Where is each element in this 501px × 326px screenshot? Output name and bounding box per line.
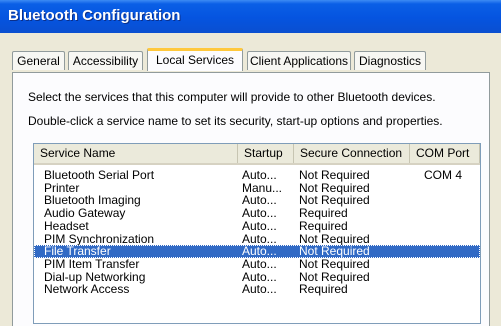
table-row[interactable]: PIM Item Transfer Auto... Not Required [34, 258, 480, 271]
startup-cell: Auto... [242, 219, 277, 233]
service-name-cell: Dial-up Networking [44, 270, 146, 284]
com-port-cell [424, 258, 478, 271]
service-name-cell: Bluetooth Serial Port [44, 169, 155, 182]
secure-connection-cell: Not Required [299, 194, 370, 208]
com-port-cell: COM 4 [424, 169, 463, 182]
description-line-1: Select the services that this computer w… [28, 90, 436, 104]
secure-connection-cell: Required [299, 219, 348, 233]
service-name-cell: File Transfer [44, 245, 111, 259]
com-port-cell [424, 207, 478, 220]
table-row[interactable]: Network Access Auto... Required [34, 283, 480, 296]
window-title: Bluetooth Configuration [8, 7, 181, 24]
secure-connection-cell: Not Required [299, 169, 370, 182]
list-header: Service Name Startup Secure Connection C… [34, 144, 480, 165]
service-name-cell: Audio Gateway [44, 207, 126, 221]
services-list[interactable]: Service Name Startup Secure Connection C… [33, 143, 481, 324]
service-name-cell: PIM Synchronization [44, 232, 155, 246]
tab-client-applications[interactable]: Client Applications [247, 51, 351, 70]
secure-connection-cell: Required [299, 207, 348, 221]
service-name-cell: PIM Item Transfer [44, 257, 140, 271]
service-name-cell: Bluetooth Imaging [44, 194, 141, 208]
com-port-cell [424, 182, 478, 195]
column-header-com-port[interactable]: COM Port [410, 144, 480, 163]
com-port-cell [424, 271, 478, 284]
startup-cell: Auto... [242, 257, 277, 271]
table-row[interactable]: Headset Auto... Required [34, 220, 480, 233]
secure-connection-cell: Not Required [299, 181, 370, 195]
column-header-startup[interactable]: Startup [238, 144, 294, 163]
table-row[interactable]: Bluetooth Imaging Auto... Not Required [34, 194, 480, 207]
com-port-cell [424, 233, 478, 246]
secure-connection-cell: Not Required [299, 257, 370, 271]
startup-cell: Auto... [242, 270, 277, 284]
startup-cell: Auto... [242, 194, 277, 208]
secure-connection-cell: Not Required [299, 270, 370, 284]
tab-general[interactable]: General [12, 51, 65, 70]
startup-cell: Auto... [242, 207, 277, 221]
startup-cell: Auto... [242, 169, 277, 182]
table-row[interactable]: Printer Manu... Not Required [34, 182, 480, 195]
startup-cell: Auto... [242, 232, 277, 246]
secure-connection-cell: Required [299, 283, 348, 297]
com-port-cell [424, 220, 478, 233]
service-name-cell: Headset [44, 219, 89, 233]
table-row[interactable]: Bluetooth Serial Port Auto... Not Required… [34, 169, 480, 182]
secure-connection-cell: Not Required [299, 245, 370, 259]
description-line-2: Double-click a service name to set its s… [28, 114, 443, 128]
table-row[interactable]: Dial-up Networking Auto... Not Required [34, 271, 480, 284]
table-row[interactable]: File Transfer Auto... Not Required [34, 245, 480, 259]
service-name-cell: Network Access [44, 283, 130, 297]
service-name-cell: Printer [44, 181, 80, 195]
column-header-service-name[interactable]: Service Name [34, 144, 238, 163]
table-row[interactable]: PIM Synchronization Auto... Not Required [34, 233, 480, 246]
title-bar[interactable]: Bluetooth Configuration [0, 0, 501, 33]
tab-local-services[interactable]: Local Services [147, 48, 243, 71]
tab-accessibility[interactable]: Accessibility [68, 51, 143, 70]
column-header-secure-connection[interactable]: Secure Connection [294, 144, 410, 163]
tab-diagnostics[interactable]: Diagnostics [354, 51, 426, 70]
com-port-cell [424, 245, 478, 258]
com-port-cell [424, 194, 478, 207]
startup-cell: Manu... [242, 181, 283, 195]
secure-connection-cell: Not Required [299, 232, 370, 246]
table-row[interactable]: Audio Gateway Auto... Required [34, 207, 480, 220]
startup-cell: Auto... [242, 283, 277, 297]
startup-cell: Auto... [242, 245, 277, 259]
com-port-cell [424, 283, 478, 296]
